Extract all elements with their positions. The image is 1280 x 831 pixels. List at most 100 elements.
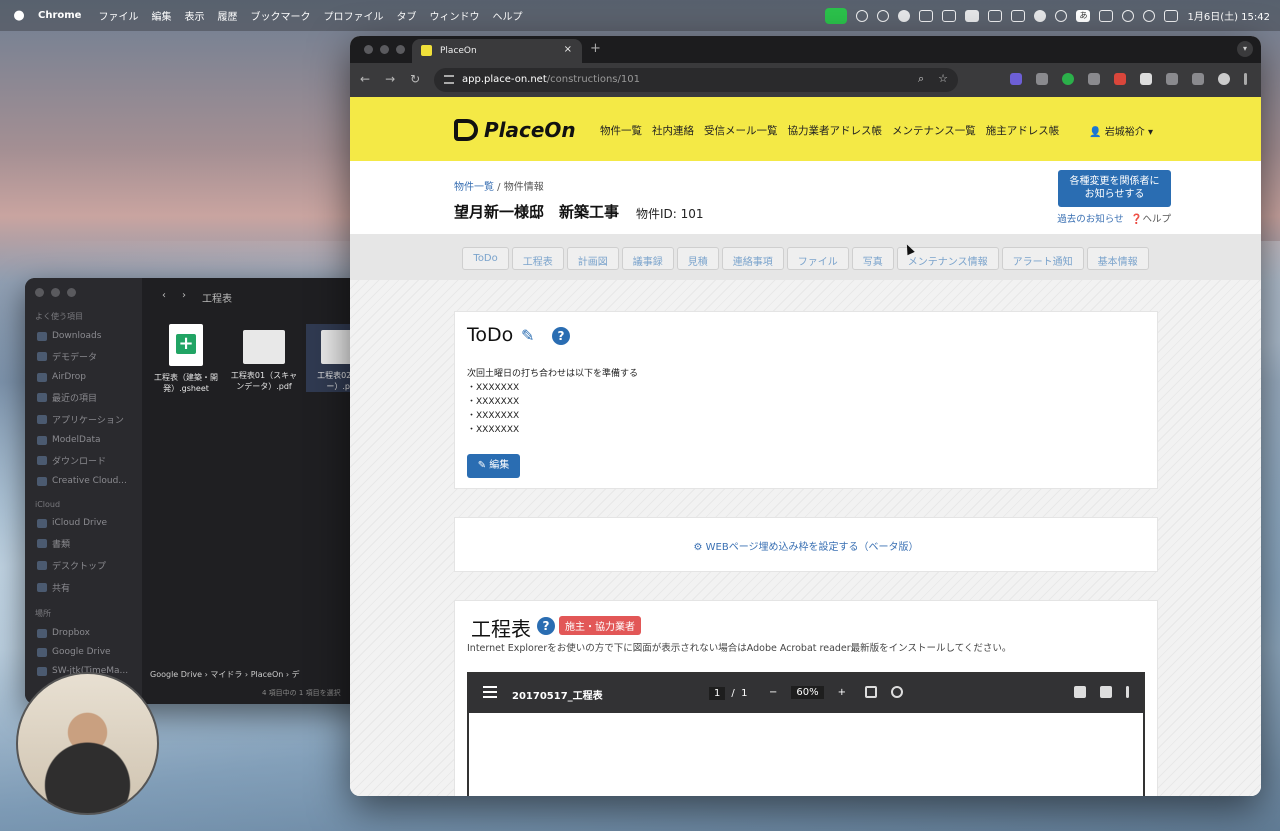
back-icon[interactable]: ← <box>360 72 370 86</box>
bookmark-star-icon[interactable]: ☆ <box>938 72 948 86</box>
menu-tab[interactable]: タブ <box>396 8 416 23</box>
sidebar-item-demodata[interactable]: デモデータ <box>35 350 142 363</box>
site-info-icon[interactable] <box>444 75 454 84</box>
tab-photos[interactable]: 写真 <box>851 247 894 270</box>
download-icon[interactable] <box>1074 686 1086 698</box>
tab-alerts[interactable]: アラート通知 <box>1001 247 1084 270</box>
nav-item-inbox[interactable]: 受信メール一覧 <box>704 123 778 138</box>
search-icon[interactable] <box>1143 9 1156 22</box>
stripe-icon[interactable] <box>919 9 934 22</box>
minimize-button[interactable] <box>380 45 389 54</box>
forward-icon[interactable]: › <box>182 290 186 305</box>
sidebar-item-documents[interactable]: 書類 <box>35 537 142 550</box>
menu-icon[interactable] <box>483 686 497 698</box>
sidebar-item-modeldata[interactable]: ModelData <box>35 435 142 445</box>
extension-icon[interactable] <box>1062 73 1074 85</box>
help-link[interactable]: ❓ヘルプ <box>1131 214 1171 225</box>
menu-help[interactable]: ヘルプ <box>492 8 522 23</box>
close-button[interactable] <box>35 288 44 297</box>
more-icon[interactable] <box>1244 73 1247 85</box>
sidebar-item-airdrop[interactable]: AirDrop <box>35 372 142 382</box>
tab-plans[interactable]: 計画図 <box>566 247 619 270</box>
menu-clock[interactable]: 1月6日(土) 15:42 <box>1187 8 1270 23</box>
extension-icon[interactable] <box>1114 73 1126 85</box>
zoom-icon[interactable]: ⌕ <box>918 72 924 86</box>
menu-view[interactable]: 表示 <box>184 8 204 23</box>
embed-settings-link[interactable]: ⚙ WEBページ埋め込み枠を設定する（ベータ版） <box>455 538 1157 553</box>
cloud-icon[interactable] <box>1034 9 1047 22</box>
sidebar-item-downloads[interactable]: Downloads <box>35 331 142 341</box>
facetime-icon[interactable] <box>825 7 848 24</box>
pdf-viewer[interactable]: 20170517_工程表 1 / 1 − 60% + <box>467 672 1145 796</box>
notify-stakeholders-button[interactable]: 各種変更を関係者に お知らせする <box>1058 170 1171 207</box>
new-tab-button[interactable]: + <box>590 41 601 56</box>
sidebar-item-google-drive[interactable]: Google Drive <box>35 647 142 657</box>
extension-icon[interactable] <box>1010 73 1022 85</box>
close-tab-icon[interactable]: × <box>564 44 572 55</box>
sidepanel-icon[interactable] <box>1192 73 1204 85</box>
sidebar-item-dropbox[interactable]: Dropbox <box>35 628 142 638</box>
nav-item-internal[interactable]: 社内連絡 <box>652 123 694 138</box>
check-circle-icon[interactable] <box>877 9 890 22</box>
file-item[interactable]: 工程表（建築・開発）.gsheet <box>150 324 222 394</box>
tab-estimate[interactable]: 見積 <box>676 247 719 270</box>
nav-item-partners[interactable]: 協力業者アドレス帳 <box>788 123 883 138</box>
tab-schedule[interactable]: 工程表 <box>511 247 564 270</box>
tab-todo[interactable]: ToDo <box>462 247 509 270</box>
forward-icon[interactable]: → <box>385 72 395 86</box>
path-item[interactable]: マイドラ <box>210 670 242 679</box>
extension-icon[interactable] <box>1088 73 1100 85</box>
zoom-out-icon[interactable]: − <box>769 687 777 698</box>
window-icon[interactable] <box>1011 9 1026 22</box>
clock-icon[interactable] <box>1055 9 1068 22</box>
sidebar-item-applications[interactable]: アプリケーション <box>35 413 142 426</box>
menu-app-name[interactable]: Chrome <box>38 10 81 21</box>
more-vert-icon[interactable] <box>1126 686 1129 698</box>
hand-icon[interactable] <box>988 9 1003 22</box>
sidebar-item-icloud-drive[interactable]: iCloud Drive <box>35 518 142 528</box>
close-button[interactable] <box>364 45 373 54</box>
control-center-icon[interactable] <box>1164 9 1179 22</box>
minimize-button[interactable] <box>51 288 60 297</box>
zoom-in-icon[interactable]: + <box>838 687 846 698</box>
menu-window[interactable]: ウィンドウ <box>429 8 479 23</box>
page-input[interactable]: 1 <box>709 687 726 700</box>
fit-page-icon[interactable] <box>865 686 877 698</box>
tab-files[interactable]: ファイル <box>786 247 849 270</box>
profile-icon[interactable] <box>1218 73 1230 85</box>
tab-basic-info[interactable]: 基本情報 <box>1086 247 1149 270</box>
menu-edit[interactable]: 編集 <box>151 8 171 23</box>
rotate-icon[interactable] <box>891 686 903 698</box>
sidebar-item-shared[interactable]: 共有 <box>35 581 142 594</box>
ime-icon[interactable]: あ <box>1076 9 1091 22</box>
screenshot-icon[interactable] <box>1036 73 1048 85</box>
file-item[interactable]: 工程表01（スキャンデータ）.pdf <box>228 324 300 392</box>
tab-search-button[interactable]: ▾ <box>1237 41 1253 57</box>
help-icon[interactable]: ? <box>537 617 555 635</box>
path-item[interactable]: デ <box>292 670 300 679</box>
nav-item-maintenance[interactable]: メンテナンス一覧 <box>892 123 976 138</box>
sidebar-item-creative-cloud[interactable]: Creative Cloud... <box>35 476 142 486</box>
back-icon[interactable]: ‹ <box>162 290 166 305</box>
logo[interactable]: PlaceOn <box>454 118 576 142</box>
tab-minutes[interactable]: 議事録 <box>621 247 674 270</box>
address-bar[interactable]: app.place-on.net/constructions/101 ⌕ ☆ <box>434 68 958 92</box>
path-item[interactable]: PlaceOn <box>251 670 284 679</box>
sidebar-item-download-jp[interactable]: ダウンロード <box>35 454 142 467</box>
nav-item-owners[interactable]: 施主アドレス帳 <box>986 123 1060 138</box>
brightness-icon[interactable] <box>856 9 869 22</box>
past-notices-link[interactable]: 過去のお知らせ <box>1057 214 1123 225</box>
print-icon[interactable] <box>1100 686 1112 698</box>
user-menu[interactable]: 👤 岩城裕介 ▾ <box>1089 123 1153 138</box>
path-item[interactable]: Google Drive <box>150 670 202 679</box>
browser-tab[interactable]: PlaceOn × <box>412 39 582 63</box>
breadcrumb-link[interactable]: 物件一覧 <box>454 182 494 193</box>
battery-icon[interactable] <box>1099 9 1114 22</box>
fork-icon[interactable] <box>942 9 957 22</box>
wifi-icon[interactable] <box>1122 9 1135 22</box>
tab-notices[interactable]: 連絡事項 <box>721 247 784 270</box>
edit-button[interactable]: ✎ 編集 <box>467 454 520 478</box>
drive-icon[interactable] <box>965 9 980 22</box>
puzzle-icon[interactable] <box>1166 73 1178 85</box>
nav-item-properties[interactable]: 物件一覧 <box>600 123 642 138</box>
